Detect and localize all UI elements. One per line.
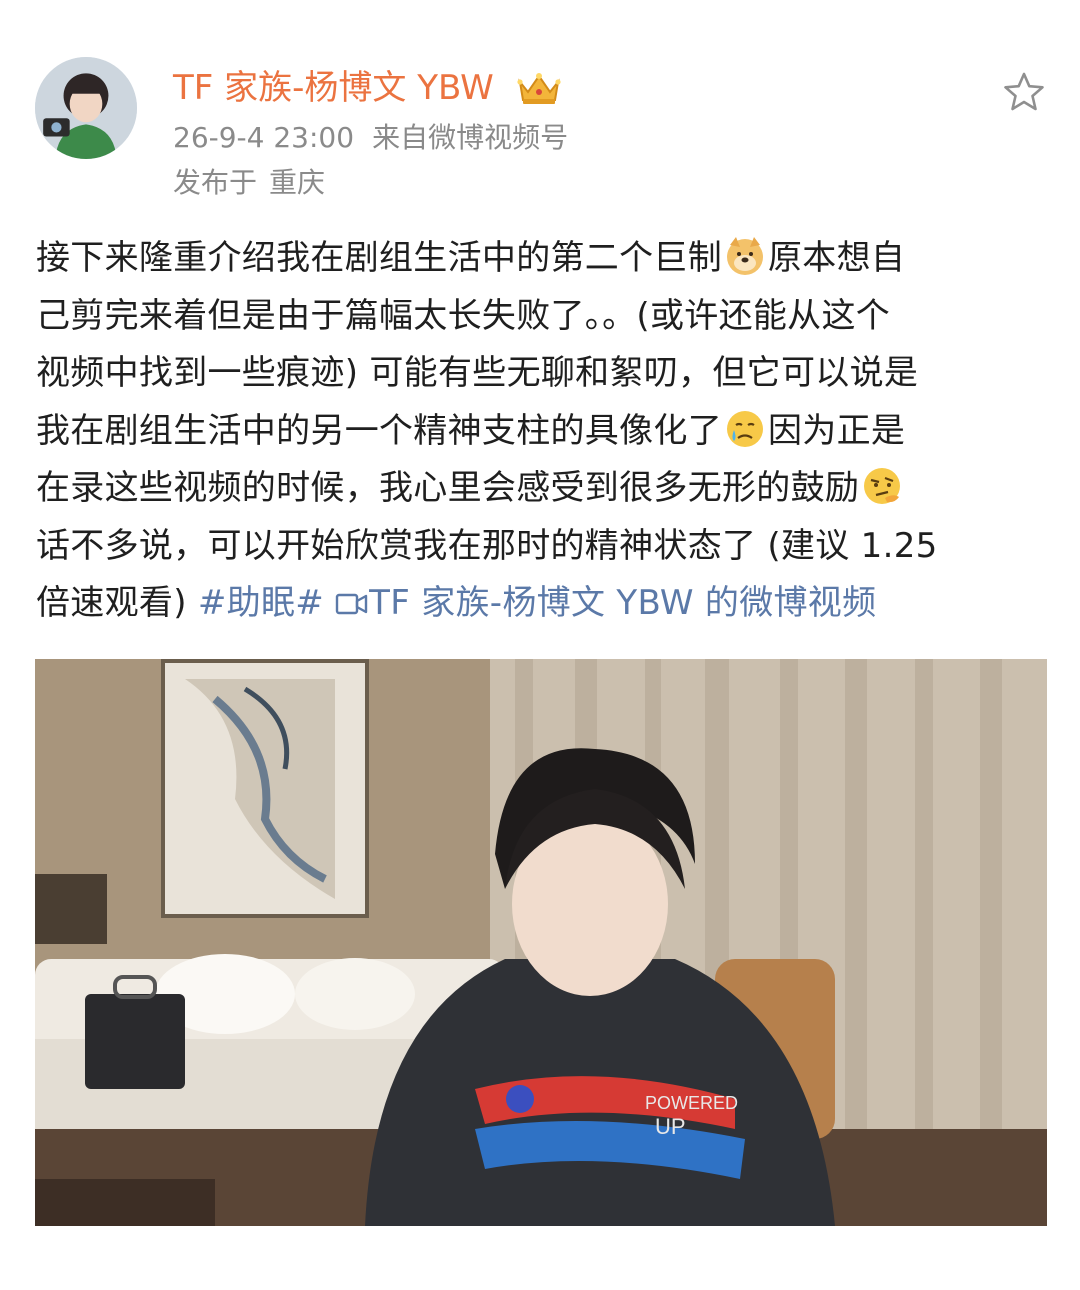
avatar[interactable] — [35, 57, 137, 159]
text-segment: 接下来隆重介绍我在剧组生活中的第二个巨制 — [36, 238, 722, 278]
text-line-2: 己剪完来着但是由于篇幅太长失败了。。(或许还能从这个 — [36, 295, 891, 336]
location-value: 重庆 — [269, 166, 326, 199]
hashtag-link[interactable]: #助眠# — [198, 583, 324, 623]
post-location: 发布于 重庆 — [173, 165, 325, 201]
text-segment: 我在剧组生活中的另一个精神支柱的具像化了 — [36, 410, 722, 451]
video-camera-icon — [335, 593, 368, 615]
text-line-3: 视频中找到一些痕迹) 可能有些无聊和絮叨，但它可以说是 — [36, 353, 919, 393]
text-segment: 在录这些视频的时候，我心里会感受到很多无形的鼓励 — [36, 468, 860, 508]
doge-emoji-icon — [727, 237, 763, 275]
text-segment: 因为正是 — [768, 410, 906, 451]
video-link[interactable]: TF 家族-杨博文 YBW 的微博视频 — [335, 583, 876, 623]
text-segment: 倍速观看) — [36, 583, 198, 623]
video-link-label: TF 家族-杨博文 YBW 的微博视频 — [369, 583, 877, 623]
crown-badge-icon — [517, 73, 561, 104]
video-thumbnail[interactable]: POWERED UP — [35, 659, 1047, 1226]
text-line-1: 接下来隆重介绍我在剧组生活中的第二个巨制 原本想自 — [36, 230, 1046, 288]
thinking-face-emoji-icon — [864, 468, 901, 504]
svg-text:UP: UP — [655, 1114, 686, 1139]
location-label: 发布于 — [173, 166, 258, 199]
text-line-7: 倍速观看) #助眠# TF 家族-杨博文 YBW 的微博视频 — [36, 575, 1046, 633]
post-text: 接下来隆重介绍我在剧组生活中的第二个巨制 原本想自 己剪完来着但是由于篇幅太长失… — [36, 230, 1046, 633]
author-name[interactable]: TF 家族-杨博文 YBW — [173, 66, 494, 110]
post-source[interactable]: 来自微博视频号 — [372, 121, 568, 154]
teary-face-emoji-icon — [727, 410, 763, 447]
svg-text:POWERED: POWERED — [645, 1093, 738, 1113]
post-time: 26-9-4 23:00 — [173, 121, 355, 154]
weibo-post: TF 家族-杨博文 YBW 26-9-4 23:00 来自微博视频号 发布于 重庆 … — [0, 0, 1080, 1290]
star-icon[interactable] — [1002, 70, 1046, 114]
text-line-6: 话不多说，可以开始欣赏我在那时的精神状态了 (建议 1.25 — [36, 525, 938, 566]
text-line-5: 在录这些视频的时候，我心里会感受到很多无形的鼓励 — [36, 460, 1046, 518]
text-line-4: 我在剧组生活中的另一个精神支柱的具像化了 因为正是 — [36, 403, 1046, 461]
text-segment: 原本想自 — [768, 238, 906, 278]
post-meta: 26-9-4 23:00 来自微博视频号 — [173, 120, 568, 156]
